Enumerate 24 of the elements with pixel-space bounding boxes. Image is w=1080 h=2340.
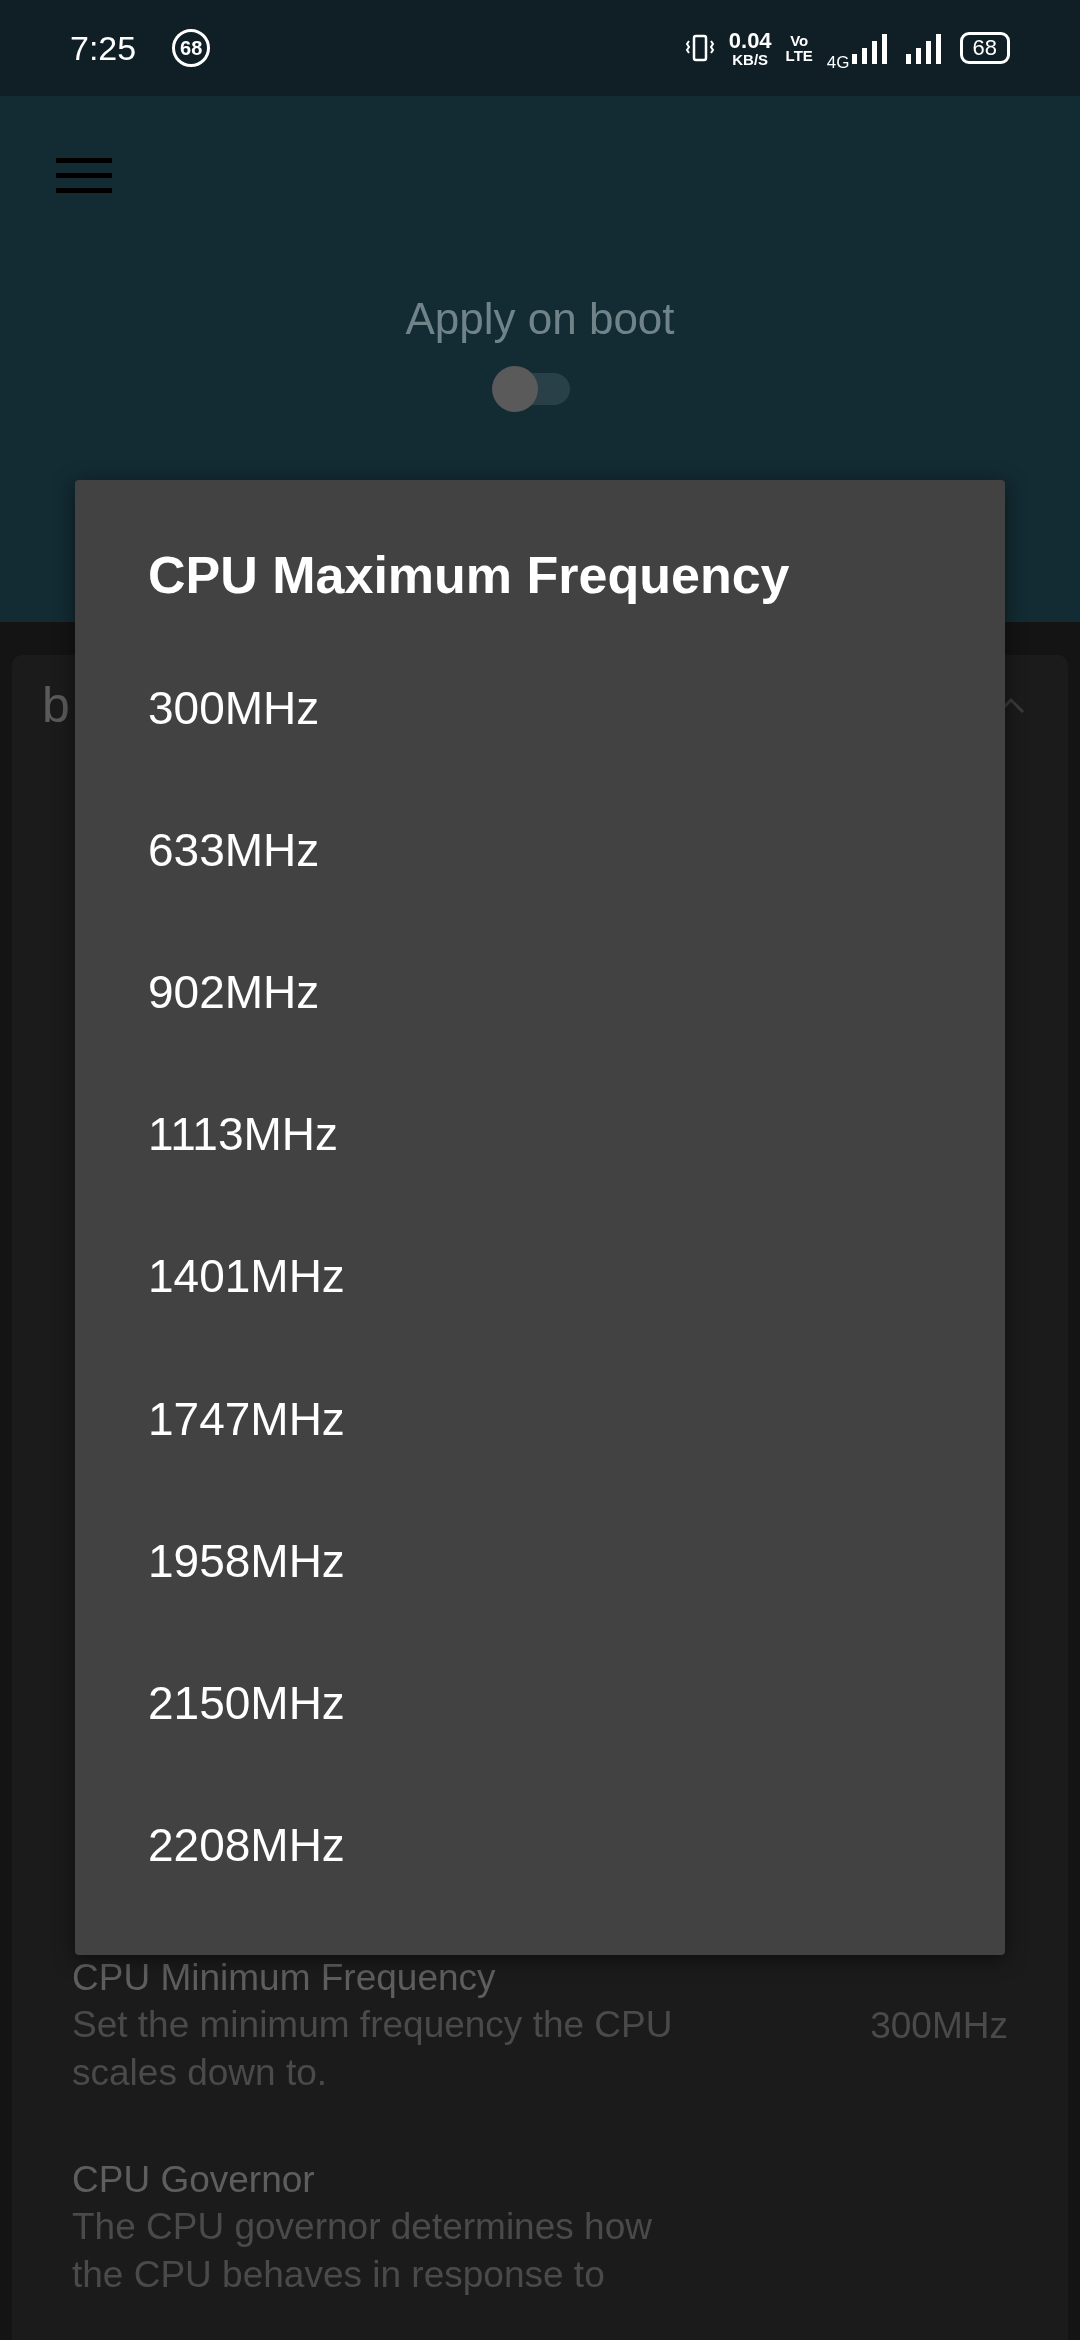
frequency-option[interactable]: 1113MHz: [148, 1102, 1005, 1245]
frequency-option[interactable]: 1747MHz: [148, 1386, 1005, 1529]
notification-badge: 68: [172, 29, 211, 67]
setting-title: CPU Governor: [72, 2158, 316, 2202]
menu-icon[interactable]: [56, 156, 112, 196]
volte-label: Vo: [790, 33, 809, 48]
speed-unit: KB/S: [732, 51, 769, 67]
status-time: 7:25: [70, 28, 137, 68]
vibrate-icon: [684, 33, 715, 63]
apply-on-boot-label: Apply on boot: [405, 294, 675, 344]
setting-title: CPU Minimum Frequency: [72, 1956, 497, 2000]
frequency-option[interactable]: 1958MHz: [148, 1528, 1005, 1671]
frequency-option[interactable]: 1401MHz: [148, 1244, 1005, 1387]
frequency-option[interactable]: 633MHz: [148, 818, 1005, 961]
network-type: 4G: [826, 53, 850, 73]
frequency-option[interactable]: 2150MHz: [148, 1670, 1005, 1813]
card-title: b: [42, 676, 70, 734]
battery-indicator: 68: [959, 32, 1010, 64]
volte-label: LTE: [785, 48, 813, 63]
network-speed: 0.04: [728, 29, 772, 52]
frequency-option[interactable]: 300MHz: [148, 676, 1005, 819]
frequency-option[interactable]: 902MHz: [148, 960, 1005, 1103]
frequency-option[interactable]: 2208MHz: [148, 1812, 1005, 1955]
dialog-title: CPU Maximum Frequency: [148, 545, 791, 606]
